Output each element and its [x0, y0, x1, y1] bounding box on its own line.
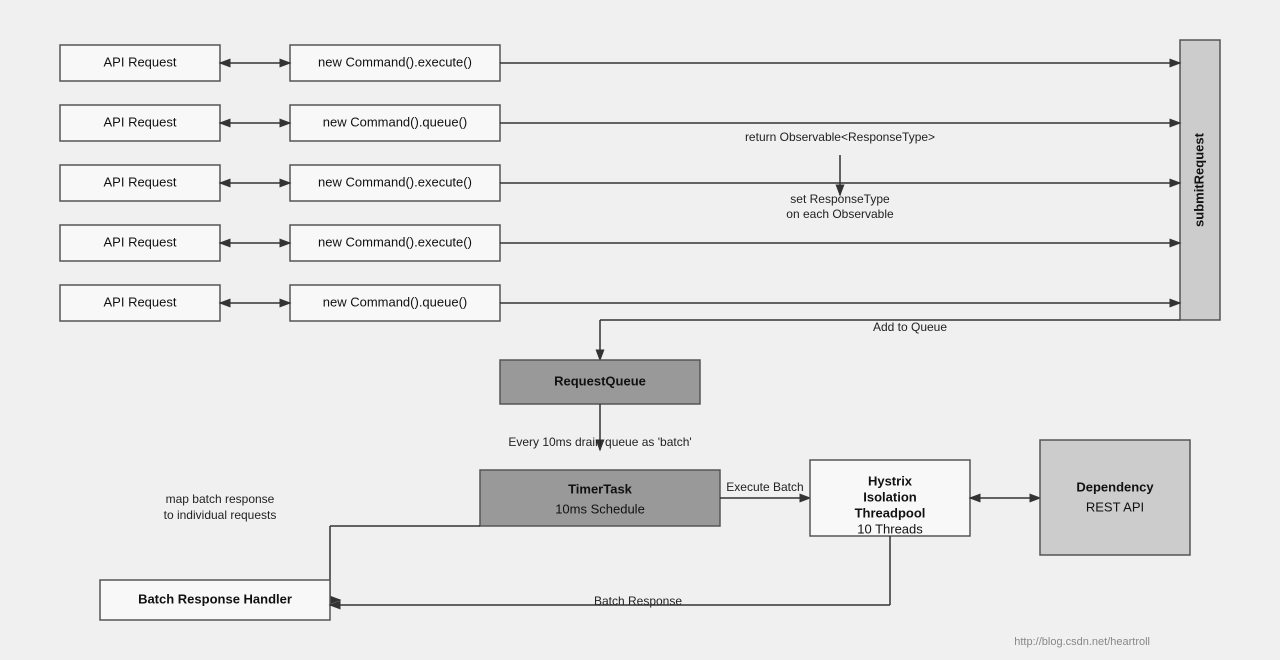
execute-batch-label: Execute Batch: [726, 480, 803, 494]
api-request-2-label: API Request: [104, 114, 177, 129]
timer-task-box: [480, 470, 720, 526]
dependency-label1: Dependency: [1076, 479, 1154, 494]
command-1-label: new Command().execute(): [318, 54, 472, 69]
batch-response-label: Batch Response: [594, 594, 682, 608]
hystrix-label1: Hystrix: [868, 473, 913, 488]
timer-task-label: TimerTask: [568, 481, 633, 496]
hystrix-label2: Isolation: [863, 489, 917, 504]
hystrix-label3: Threadpool: [855, 505, 926, 520]
api-request-1-label: API Request: [104, 54, 177, 69]
drain-queue-label: Every 10ms drain queue as 'batch': [508, 435, 691, 449]
watermark: http://blog.csdn.net/heartroll: [1014, 636, 1150, 648]
return-observable-label: return Observable<ResponseType>: [745, 130, 935, 144]
hystrix-label4: 10 Threads: [857, 521, 923, 536]
command-3-label: new Command().execute(): [318, 174, 472, 189]
api-request-3-label: API Request: [104, 174, 177, 189]
map-batch-label2: to individual requests: [164, 508, 277, 522]
dependency-box: [1040, 440, 1190, 555]
dependency-label2: REST API: [1086, 499, 1144, 514]
command-4-label: new Command().execute(): [318, 234, 472, 249]
add-to-queue-label: Add to Queue: [873, 320, 947, 334]
submit-request-label: submitRequest: [1191, 132, 1206, 227]
request-queue-label: RequestQueue: [554, 373, 646, 388]
command-5-label: new Command().queue(): [323, 294, 468, 309]
diagram-container: API Request API Request API Request API …: [0, 0, 1280, 660]
batch-response-handler-label: Batch Response Handler: [138, 591, 292, 606]
set-response-type-label1: set ResponseType: [790, 192, 890, 206]
api-request-4-label: API Request: [104, 234, 177, 249]
set-response-type-label2: on each Observable: [786, 207, 894, 221]
timer-schedule-label: 10ms Schedule: [555, 501, 645, 516]
map-batch-label1: map batch response: [166, 492, 275, 506]
api-request-5-label: API Request: [104, 294, 177, 309]
command-2-label: new Command().queue(): [323, 114, 468, 129]
